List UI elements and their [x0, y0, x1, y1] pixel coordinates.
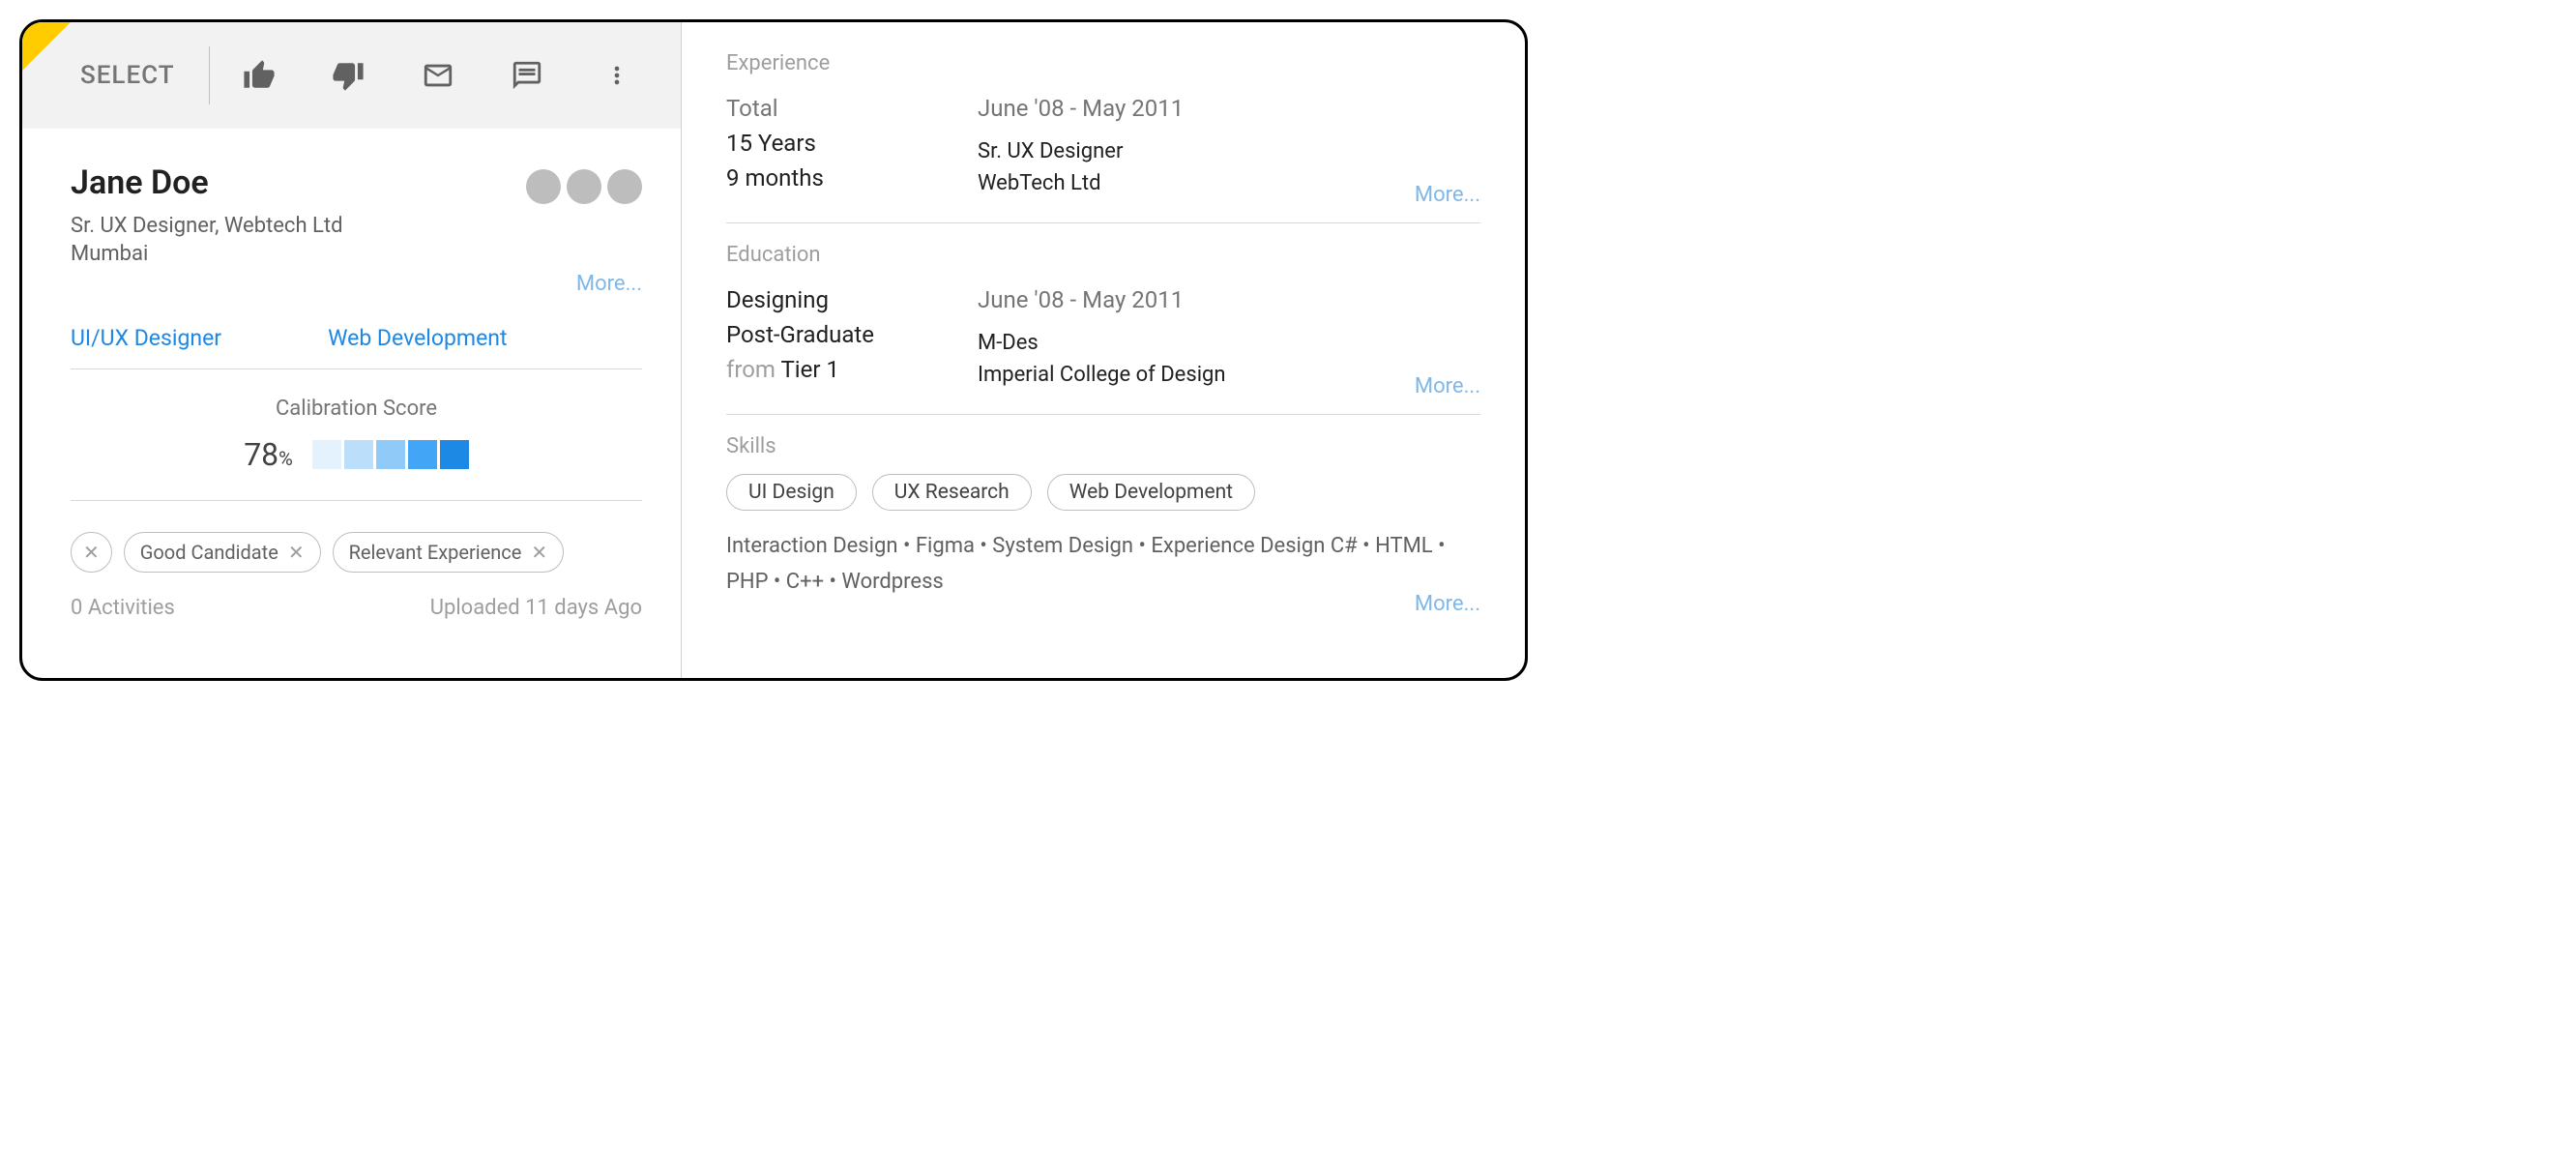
education-period: June '08 - May 2011	[978, 282, 1480, 317]
activities-count: 0 Activities	[71, 596, 175, 620]
education-field: Designing	[726, 282, 978, 317]
chat-icon[interactable]	[500, 46, 554, 104]
profile-more-link[interactable]: More...	[71, 272, 642, 296]
divider	[726, 222, 1480, 223]
skills-section: Skills UI Design UX Research Web Develop…	[726, 434, 1480, 601]
profile-header: Jane Doe Sr. UX Designer, Webtech Ltd Mu…	[71, 163, 642, 266]
chip-label: Relevant Experience	[349, 541, 522, 564]
dot-icon	[526, 169, 561, 204]
calibration-bar-icon	[376, 440, 405, 469]
divider	[726, 414, 1480, 415]
skills-more-link[interactable]: More...	[1415, 592, 1480, 616]
select-button[interactable]: SELECT	[80, 61, 204, 90]
chip-good-candidate[interactable]: Good Candidate ✕	[124, 532, 321, 573]
close-icon[interactable]: ✕	[531, 541, 547, 564]
candidate-title: Sr. UX Designer, Webtech Ltd	[71, 214, 342, 238]
chip-relevant-experience[interactable]: Relevant Experience ✕	[333, 532, 565, 573]
calibration-bars	[312, 440, 469, 469]
more-vert-icon[interactable]	[589, 46, 643, 104]
dot-icon	[567, 169, 601, 204]
education-heading: Education	[726, 243, 1480, 267]
profile-body: Jane Doe Sr. UX Designer, Webtech Ltd Mu…	[22, 129, 681, 678]
calibration-bar-icon	[440, 440, 469, 469]
left-panel: SELECT Jane Doe Sr. UX Designer	[22, 22, 682, 678]
education-content: Designing Post-Graduate from Tier 1 June…	[726, 282, 1480, 391]
experience-heading: Experience	[726, 51, 1480, 75]
divider	[71, 368, 642, 369]
role-tag-uiux[interactable]: UI/UX Designer	[71, 325, 221, 351]
experience-company: WebTech Ltd	[978, 167, 1480, 199]
experience-content: Total 15 Years 9 months June '08 - May 2…	[726, 91, 1480, 199]
calibration-bar-icon	[408, 440, 437, 469]
corner-flag-icon	[22, 22, 71, 71]
experience-total-label: Total	[726, 91, 978, 126]
footer-row: 0 Activities Uploaded 11 days Ago	[71, 596, 642, 620]
calibration-label: Calibration Score	[71, 397, 642, 421]
skill-chip-web-dev[interactable]: Web Development	[1047, 474, 1255, 511]
candidate-location: Mumbai	[71, 242, 342, 266]
toolbar-divider	[209, 46, 210, 104]
education-tier: from Tier 1	[726, 352, 978, 387]
experience-more-link[interactable]: More...	[1415, 183, 1480, 207]
experience-years: 15 Years	[726, 126, 978, 161]
candidate-name: Jane Doe	[71, 163, 342, 202]
education-level: Post-Graduate	[726, 317, 978, 352]
thumbs-up-icon[interactable]	[232, 46, 286, 104]
divider	[71, 500, 642, 501]
tag-chips-row: ✕ Good Candidate ✕ Relevant Experience ✕	[71, 532, 642, 573]
education-more-link[interactable]: More...	[1415, 374, 1480, 398]
role-tags-row: UI/UX Designer Web Development	[71, 325, 642, 361]
close-icon: ✕	[83, 541, 100, 564]
skill-chip-ui-design[interactable]: UI Design	[726, 474, 857, 511]
experience-months: 9 months	[726, 161, 978, 195]
candidate-card: SELECT Jane Doe Sr. UX Designer	[19, 19, 1528, 681]
toolbar: SELECT	[22, 22, 681, 129]
status-dots	[526, 169, 642, 204]
thumbs-down-icon[interactable]	[321, 46, 375, 104]
remove-chip-button[interactable]: ✕	[71, 532, 112, 573]
dot-icon	[607, 169, 642, 204]
education-degree: M-Des	[978, 327, 1480, 359]
right-panel: Experience Total 15 Years 9 months June …	[682, 22, 1525, 678]
role-tag-webdev[interactable]: Web Development	[328, 325, 507, 351]
upload-age: Uploaded 11 days Ago	[430, 596, 642, 620]
chip-label: Good Candidate	[140, 541, 278, 564]
calibration-section: Calibration Score 78%	[71, 397, 642, 473]
calibration-bar-icon	[312, 440, 341, 469]
close-icon[interactable]: ✕	[288, 541, 305, 564]
skills-heading: Skills	[726, 434, 1480, 458]
skills-chips: UI Design UX Research Web Development	[726, 474, 1480, 511]
experience-role: Sr. UX Designer	[978, 135, 1480, 167]
skills-list: Interaction Design • Figma • System Desi…	[726, 528, 1480, 601]
mail-icon[interactable]	[411, 46, 465, 104]
skill-chip-ux-research[interactable]: UX Research	[872, 474, 1032, 511]
calibration-bar-icon	[344, 440, 373, 469]
experience-period: June '08 - May 2011	[978, 91, 1480, 126]
education-institution: Imperial College of Design	[978, 359, 1480, 391]
calibration-score: 78%	[244, 436, 293, 473]
